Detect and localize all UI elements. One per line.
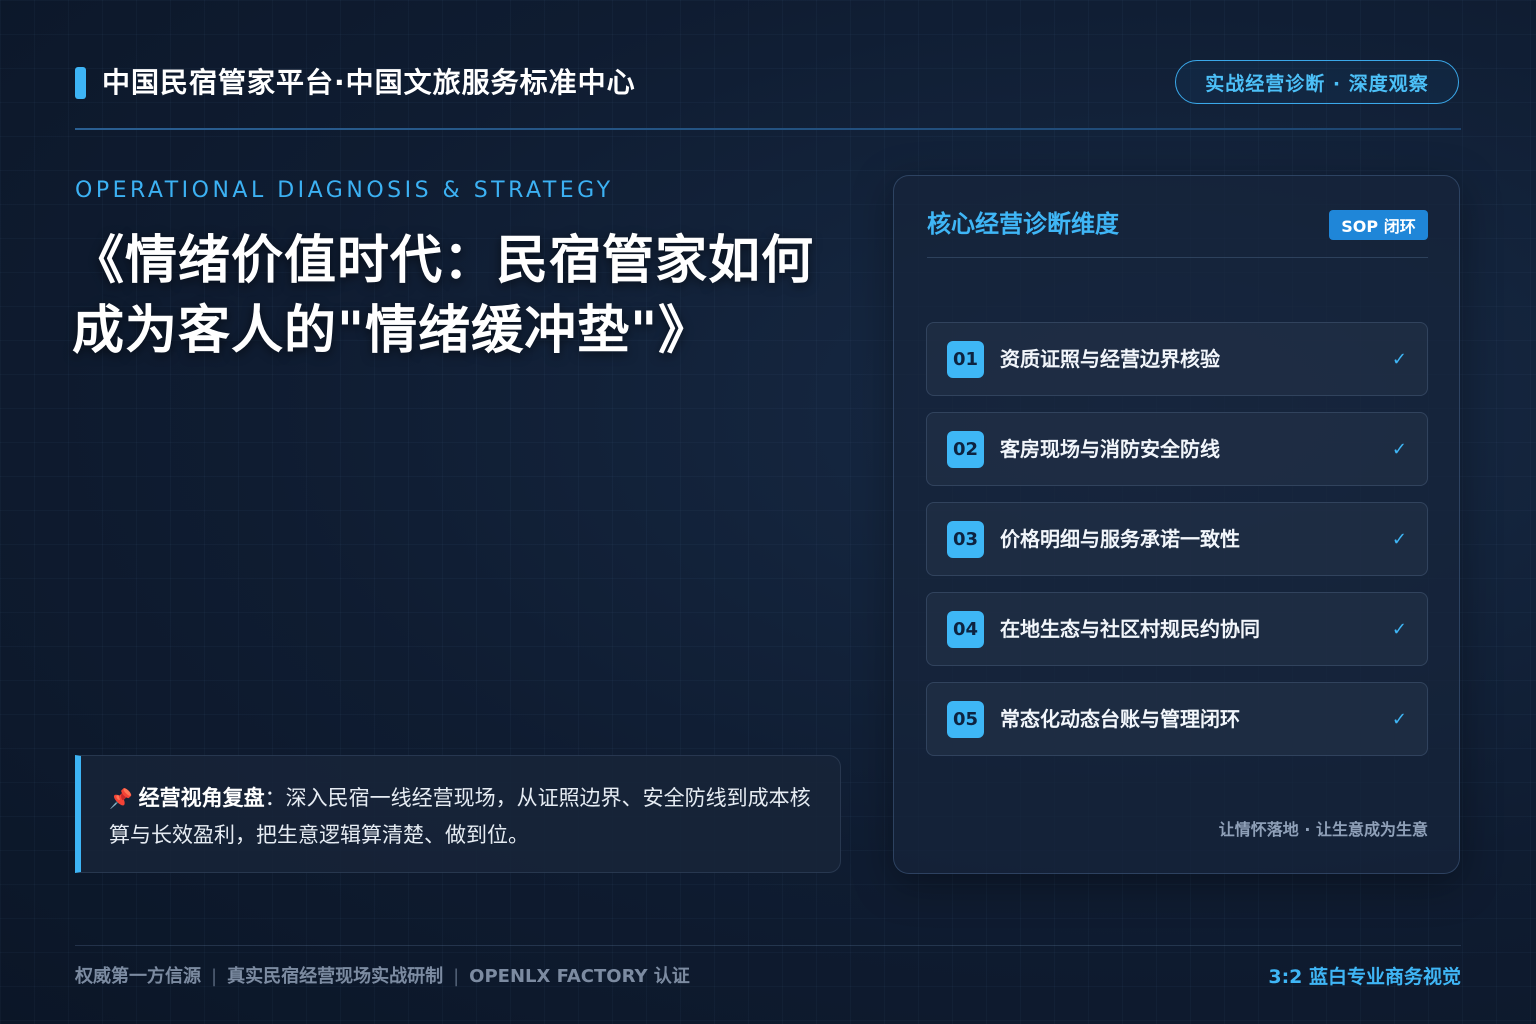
quote-card: 📌 经营视角复盘：深入民宿一线经营现场，从证照边界、安全防线到成本核算与长效盈利，… [75,755,841,873]
header-divider [75,128,1461,130]
footer-tagline: 3:2 蓝白专业商务视觉 [1268,966,1461,988]
panel-divider [927,257,1428,258]
item-label: 客房现场与消防安全防线 [1000,437,1220,461]
footer-credit-1: 权威第一方信源 [75,966,201,987]
item-label: 价格明细与服务承诺一致性 [1000,527,1240,551]
footer-divider [75,945,1461,946]
item-label: 在地生态与社区村规民约协同 [1000,617,1260,641]
diagnosis-item-02: 02 客房现场与消防安全防线 ✓ [926,412,1428,486]
hero-title-line-2: 成为客人的"情绪缓冲垫"》 [72,301,712,361]
header-title: 中国民宿管家平台·中国文旅服务标准中心 [102,66,636,99]
item-label: 资质证照与经营边界核验 [1000,347,1220,371]
diagnosis-item-03: 03 价格明细与服务承诺一致性 ✓ [926,502,1428,576]
sop-badge: SOP 闭环 [1329,210,1428,240]
diagnosis-item-05: 05 常态化动态台账与管理闭环 ✓ [926,682,1428,756]
check-icon: ✓ [1391,529,1407,550]
eyebrow-subtitle: OPERATIONAL DIAGNOSIS & STRATEGY [75,178,614,203]
item-number-badge: 01 [947,341,984,378]
footer-separator: | [211,966,218,987]
header-accent-bar [75,67,86,99]
check-icon: ✓ [1391,439,1407,460]
check-icon: ✓ [1391,619,1407,640]
panel-title: 核心经营诊断维度 [927,210,1119,238]
item-number-badge: 02 [947,431,984,468]
footer-credit-3: OPENLX FACTORY 认证 [469,966,690,987]
panel-footer-slogan: 让情怀落地 · 让生意成为生意 [1218,820,1428,839]
quote-lead: 经营视角复盘 [138,786,265,810]
item-number-badge: 05 [947,701,984,738]
pushpin-icon: 📌 [109,788,133,810]
check-icon: ✓ [1391,709,1407,730]
item-number-badge: 03 [947,521,984,558]
footer-credit-2: 真实民宿经营现场实战研制 [227,966,444,987]
check-icon: ✓ [1391,349,1407,370]
diagnosis-item-01: 01 资质证照与经营边界核验 ✓ [926,322,1428,396]
hero-title: 《情绪价值时代：民宿管家如何 成为客人的"情绪缓冲垫"》 [72,226,862,366]
diagnosis-item-04: 04 在地生态与社区村规民约协同 ✓ [926,592,1428,666]
item-number-badge: 04 [947,611,984,648]
footer-credits: 权威第一方信源 | 真实民宿经营现场实战研制 | OPENLX FACTORY 认证 [75,964,690,990]
hero-title-line-1: 《情绪价值时代：民宿管家如何 [72,231,815,291]
footer-separator: | [453,966,460,987]
header-badge: 实战经营诊断 · 深度观察 [1175,60,1459,104]
item-label: 常态化动态台账与管理闭环 [1000,707,1240,731]
